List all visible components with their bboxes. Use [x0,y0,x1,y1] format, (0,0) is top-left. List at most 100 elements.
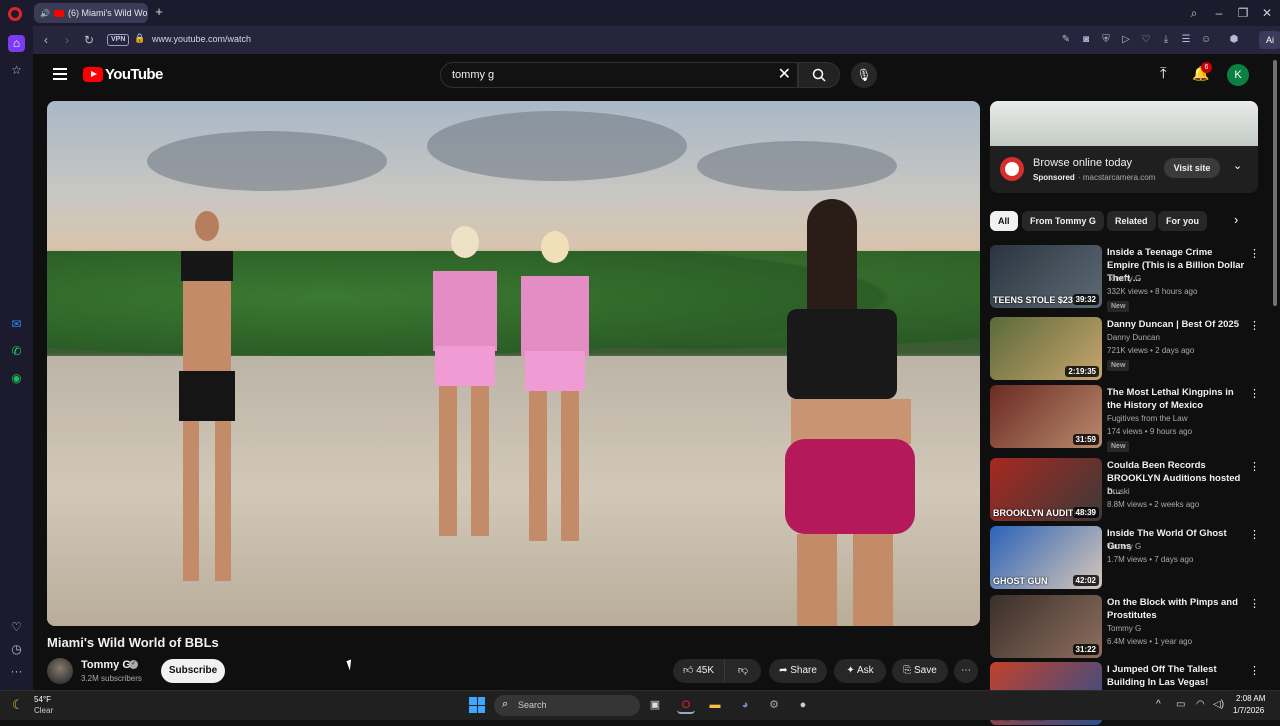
new-tab-button[interactable]: + [152,4,166,20]
more-options-icon[interactable]: ⋮ [1249,528,1260,541]
chip-related[interactable]: Related [1107,211,1156,231]
more-options-icon[interactable]: ⋮ [1249,460,1260,473]
steam-icon[interactable]: ⚙ [765,696,783,714]
search-button[interactable] [798,62,840,88]
youtube-logo-icon[interactable] [83,67,103,82]
weather-moon-icon[interactable]: ☾ [12,697,24,713]
file-explorer-icon[interactable]: ▬ [706,696,724,714]
video-thumbnail[interactable]: TEENS STOLE $230M 39:32 [990,245,1102,308]
share-button[interactable]: ➦ Share [769,659,827,683]
search-input[interactable]: tommy g ✕ [440,62,798,88]
more-actions-icon[interactable]: ⋯ [954,659,978,683]
history-clock-icon[interactable]: ◷ [8,641,25,658]
video-player[interactable] [47,101,980,626]
sponsored-ad-card[interactable]: Browse online today Sponsored · macstarc… [990,101,1258,193]
windows-start-button[interactable] [469,697,485,713]
close-window-button[interactable]: ✕ [1257,4,1277,22]
wifi-icon[interactable]: ◠ [1196,699,1205,710]
discord-icon[interactable]: ◕ [736,696,754,714]
recommendation-title[interactable]: Danny Duncan | Best Of 2025 [1107,318,1245,331]
recommendation-channel[interactable]: Druski [1107,487,1130,496]
more-options-icon[interactable]: ⋮ [1249,597,1260,610]
reload-button[interactable]: ↻ [81,32,97,48]
video-thumbnail[interactable]: 31:59 [990,385,1102,448]
recommendation-channel[interactable]: Fugitives from the Law [1107,414,1187,423]
recommendation-item[interactable]: 31:59 The Most Lethal Kingpins in the His… [990,385,1260,452]
youtube-wordmark[interactable]: YouTube [105,66,163,83]
recommendation-item[interactable]: TEENS STOLE $230M 39:32 Inside a Teenage C… [990,245,1260,312]
tray-app-icon[interactable]: ▭ [1176,699,1185,710]
bookmarks-star-icon[interactable]: ☆ [8,62,25,79]
lock-icon[interactable]: 🔒 [134,33,145,44]
edit-icon[interactable]: ✎ [1059,33,1073,47]
create-upload-icon[interactable]: ⤒ [1160,65,1167,82]
task-view-icon[interactable]: ▣ [646,696,664,714]
more-options-icon[interactable]: ⋮ [1249,387,1260,400]
forward-button[interactable]: › [59,32,75,48]
play-icon[interactable]: ▷ [1119,33,1133,47]
channel-avatar[interactable] [47,658,73,684]
weather-temp[interactable]: 54°F [34,695,51,704]
ai-button[interactable]: Ai [1259,31,1280,49]
video-thumbnail[interactable]: 31:22 [990,595,1102,658]
clock-date[interactable]: 1/7/2026 [1233,706,1264,715]
video-thumbnail[interactable]: BROOKLYN AUDITIONS 48:39 [990,458,1102,521]
chip-all[interactable]: All [990,211,1018,231]
more-options-icon[interactable]: ⋮ [1249,247,1260,260]
recommendation-channel[interactable]: Tommy G [1107,624,1141,633]
opera-logo-icon[interactable] [8,7,22,21]
recommendation-title[interactable]: I Jumped Off The Tallest Building In Las… [1107,663,1245,689]
taskbar-search[interactable]: ⌕ Search [494,695,640,716]
clock-time[interactable]: 2:08 AM [1236,694,1265,703]
hamburger-menu-icon[interactable] [53,68,67,80]
dislike-button[interactable]: 👎︎ [725,659,761,683]
ad-title[interactable]: Browse online today [1033,157,1132,169]
shield-icon[interactable]: ⛨ [1099,33,1113,47]
heart-icon[interactable]: ♡ [1139,33,1153,47]
save-button[interactable]: ⎘ Save [892,659,948,683]
recommendation-channel[interactable]: Tommy G [1107,542,1141,551]
ask-button[interactable]: ✦ Ask [834,659,886,683]
chevron-down-icon[interactable]: ⌄ [1233,159,1242,172]
ad-banner-image[interactable] [990,101,1258,146]
clear-search-icon[interactable]: ✕ [778,65,791,85]
volume-icon[interactable]: ◁) [1213,699,1224,710]
recommendation-item[interactable]: GHOST GUN 42:02 Inside The World Of Ghost … [990,526,1260,590]
like-button[interactable]: 👍︎ 45K [673,659,725,683]
messenger-icon[interactable]: ✉ [8,316,25,333]
url-field[interactable]: www.youtube.com/watch [152,34,251,44]
recommendation-title[interactable]: On the Block with Pimps and Prostitutes [1107,596,1245,622]
account-avatar[interactable]: K [1227,64,1249,86]
tray-chevron-icon[interactable]: ^ [1156,699,1161,710]
recommendation-item[interactable]: 2:19:35 Danny Duncan | Best Of 2025 Danny … [990,317,1260,381]
more-options-icon[interactable]: ⋮ [1249,664,1260,677]
minimize-button[interactable]: – [1209,4,1229,22]
video-thumbnail[interactable]: 2:19:35 [990,317,1102,380]
menu-icon[interactable]: ☰ [1179,33,1193,47]
spotify-icon[interactable]: ◉ [8,370,25,387]
download-icon[interactable]: ⤓ [1159,33,1173,47]
weather-description[interactable]: Clear [34,706,53,715]
channel-name[interactable]: Tommy G [81,659,131,671]
recommendation-channel[interactable]: Danny Duncan [1107,333,1160,342]
audio-playing-icon[interactable]: 🔊 [40,9,50,18]
app-icon[interactable]: ● [794,696,812,714]
page-scrollbar[interactable] [1273,60,1277,306]
browser-tab-active[interactable]: 🔊 (6) Miami's Wild Worl [34,3,148,23]
more-dots-icon[interactable]: ··· [8,663,25,680]
recommendation-channel[interactable]: Tommy G [1107,274,1141,283]
whatsapp-icon[interactable]: ✆ [8,343,25,360]
chip-for-you[interactable]: For you [1158,211,1207,231]
voice-search-mic-icon[interactable]: 🎙 [851,62,877,88]
extensions-cube-icon[interactable]: ⬢ [1227,33,1241,47]
more-options-icon[interactable]: ⋮ [1249,319,1260,332]
subscribe-button[interactable]: Subscribe [161,659,225,683]
vpn-badge[interactable]: VPN [107,34,130,46]
tab-search-icon[interactable]: ⌕ [1184,4,1204,22]
chip-from-tommy-g[interactable]: From Tommy G [1022,211,1104,231]
profile-icon[interactable]: ☺ [1199,33,1213,47]
back-button[interactable]: ‹ [38,32,54,48]
maximize-button[interactable]: ❐ [1233,4,1253,22]
chevron-right-icon[interactable]: › [1234,212,1238,227]
recommendation-item[interactable]: 31:22 On the Block with Pimps and Prostit… [990,595,1260,659]
